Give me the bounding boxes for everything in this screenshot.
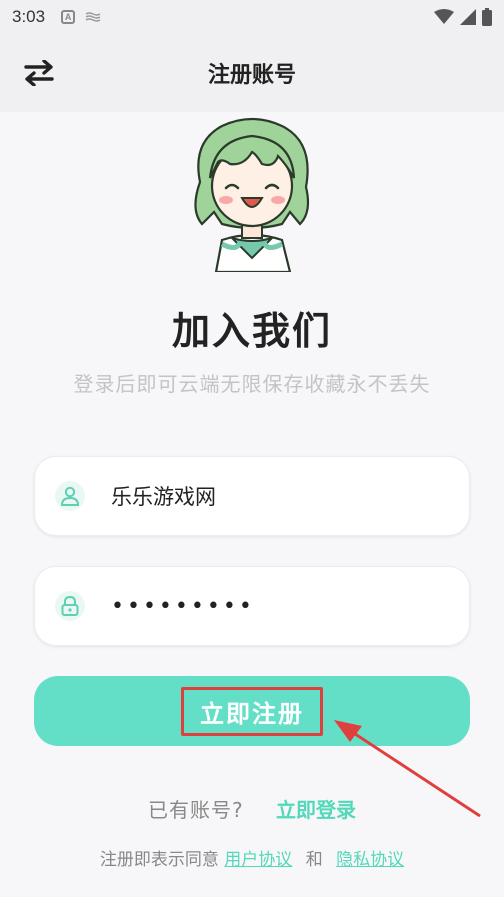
agreement-and: 和	[305, 850, 323, 870]
status-bar: 3:03 A	[0, 0, 504, 34]
hero-title: 加入我们	[171, 309, 332, 353]
switch-account-button[interactable]	[22, 56, 56, 90]
password-input[interactable]	[111, 593, 431, 619]
agreement-prefix: 注册即表示同意	[99, 850, 219, 870]
page-title: 注册账号	[207, 63, 296, 88]
privacy-policy-link[interactable]: 隐私协议	[336, 850, 404, 870]
battery-icon	[482, 8, 492, 26]
username-field[interactable]	[34, 456, 470, 536]
status-right-group	[434, 8, 492, 26]
password-field[interactable]	[34, 566, 470, 646]
hero-subtitle: 登录后即可云端无限保存收藏永不丢失	[73, 372, 431, 396]
login-prompt: 已有账号? 立即登录	[0, 794, 504, 823]
user-agreement-link[interactable]: 用户协议	[224, 850, 292, 870]
have-account-text: 已有账号?	[148, 798, 244, 822]
register-button-label: 立即注册	[181, 686, 323, 736]
app-header: 注册账号	[0, 34, 504, 112]
status-time: 3:03	[12, 7, 46, 26]
wifi-icon	[434, 9, 454, 24]
lock-icon	[55, 591, 85, 621]
signal-icon	[460, 9, 476, 25]
login-link[interactable]: 立即登录	[276, 798, 356, 822]
notification-a-icon: A	[61, 10, 76, 24]
swap-arrows-icon	[24, 60, 54, 86]
username-input[interactable]	[111, 484, 431, 508]
anime-girl-avatar-icon	[194, 117, 310, 272]
user-icon	[55, 481, 85, 511]
agreement-notice: 注册即表示同意 用户协议 和 隐私协议	[0, 845, 504, 870]
notification-wave-icon	[85, 12, 101, 22]
